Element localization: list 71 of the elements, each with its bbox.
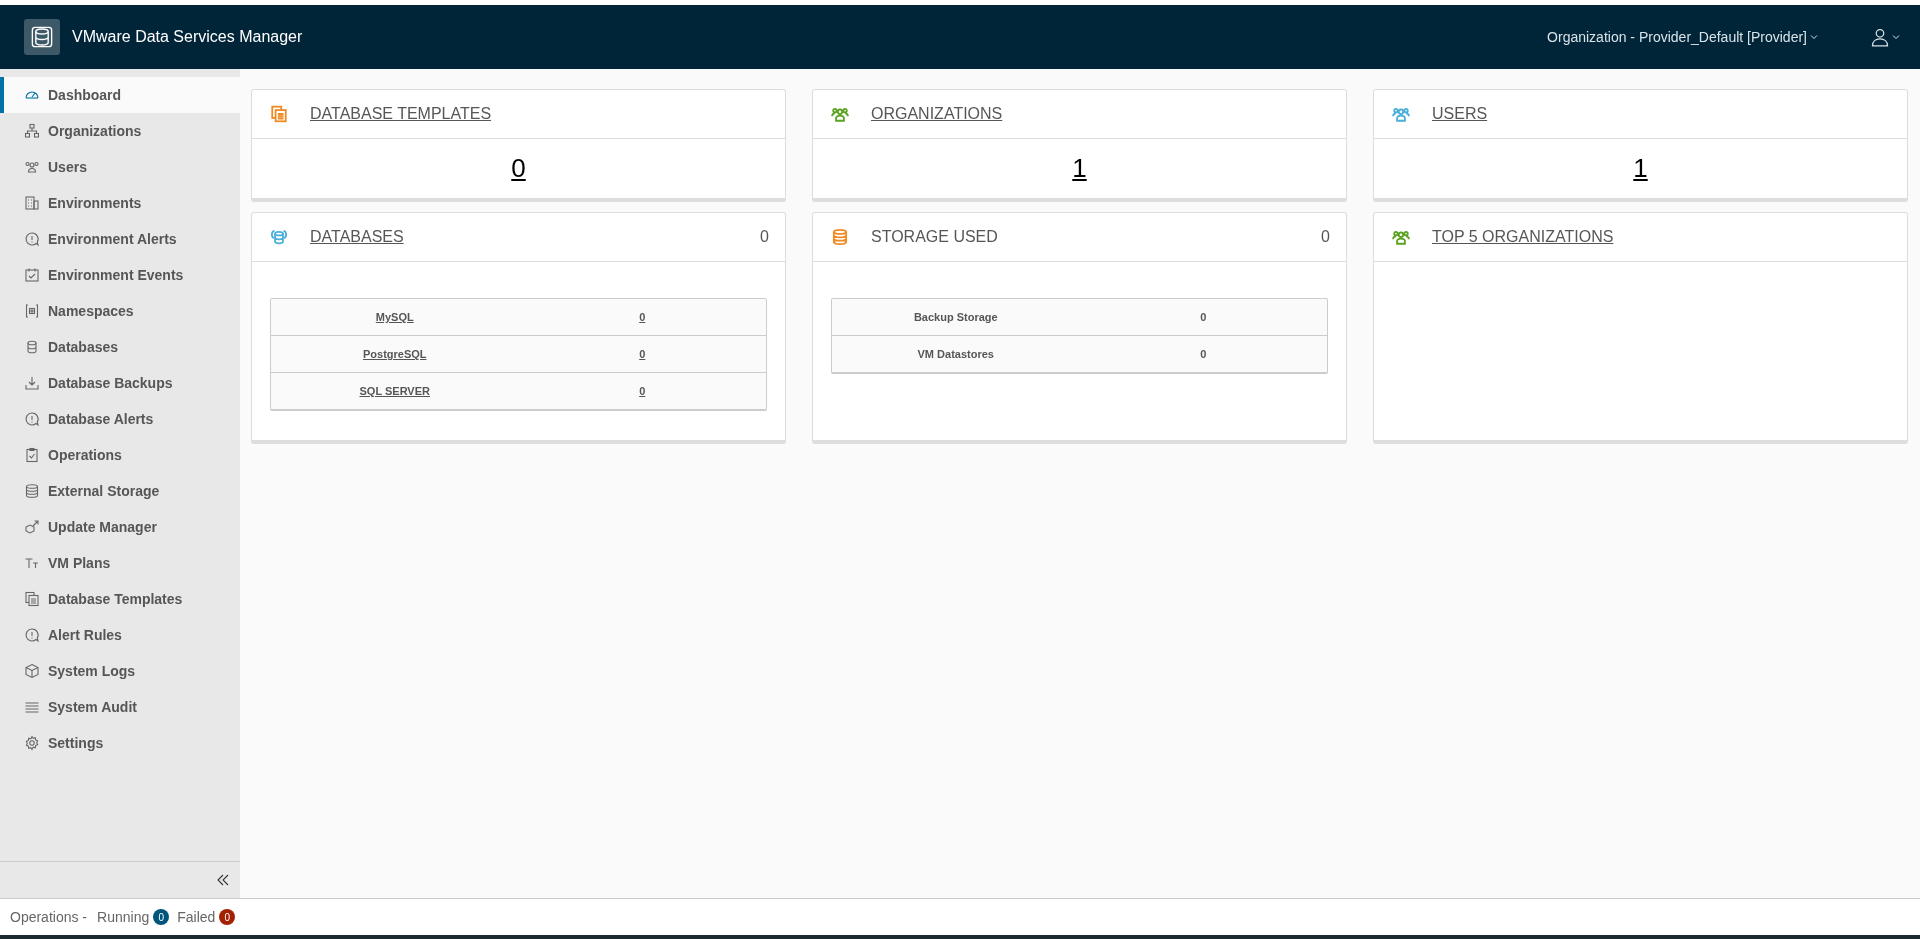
sidebar-item[interactable]: Environment Alerts [0, 221, 240, 257]
count-link[interactable]: 1 [1633, 153, 1648, 184]
documents-icon [24, 591, 40, 607]
sidebar-item[interactable]: Operations [0, 437, 240, 473]
sidebar-item[interactable]: Databases [0, 329, 240, 365]
namespace-icon [24, 303, 40, 319]
app-logo-icon [24, 19, 60, 55]
cube-icon [24, 663, 40, 679]
count-link[interactable]: 0 [511, 153, 526, 184]
alert-bubble-icon [24, 411, 40, 427]
sidebar-item[interactable]: Settings [0, 725, 240, 761]
alert-bubble-icon [24, 627, 40, 643]
card-title: STORAGE USED [871, 228, 998, 246]
row-name: Backup Storage [913, 311, 998, 323]
clipboard-check-icon [24, 447, 40, 463]
sidebar-item[interactable]: Database Templates [0, 581, 240, 617]
row-value: 0 [1200, 311, 1207, 323]
sidebar-item[interactable]: Environments [0, 185, 240, 221]
collapse-button[interactable] [216, 873, 230, 887]
building-icon [24, 195, 40, 211]
sidebar-item[interactable]: Environment Events [0, 257, 240, 293]
sidebar-item[interactable]: Database Backups [0, 365, 240, 401]
card-title-link[interactable]: ORGANIZATIONS [871, 105, 1003, 123]
card-title-link[interactable]: DATABASE TEMPLATES [310, 105, 492, 123]
sidebar-item[interactable]: System Audit [0, 689, 240, 725]
list-icon [24, 699, 40, 715]
sidebar-item[interactable]: Namespaces [0, 293, 240, 329]
sidebar-item[interactable]: Update Manager [0, 509, 240, 545]
card-title-link[interactable]: DATABASES [310, 228, 404, 246]
users-icon [24, 159, 40, 175]
sidebar-item[interactable]: VM Plans [0, 545, 240, 581]
hierarchy-icon [24, 123, 40, 139]
card-count: 0 [1321, 228, 1330, 246]
chevron-down-icon [1810, 33, 1818, 41]
settings-icon [24, 735, 40, 751]
status-label: Operations - [10, 909, 88, 925]
chevron-down-icon [1892, 33, 1900, 41]
tray-download-icon [24, 375, 40, 391]
database-icon [24, 339, 40, 355]
row-value-link[interactable]: 0 [639, 348, 646, 360]
sidebar-item[interactable]: External Storage [0, 473, 240, 509]
organization-dropdown[interactable]: Organization - Provider_Default [Provider] [1547, 29, 1818, 45]
count-badge: 0 [153, 909, 170, 925]
counter-label: Running [97, 909, 150, 925]
row-name: VM Datastores [917, 348, 994, 360]
storage-icon [24, 483, 40, 499]
user-icon [1870, 27, 1890, 47]
text-size-icon [24, 555, 40, 571]
sidebar-item[interactable]: Organizations [0, 113, 240, 149]
count-badge: 0 [219, 909, 236, 925]
card-title-link[interactable]: USERS [1432, 105, 1488, 123]
row-value-link[interactable]: 0 [639, 385, 646, 397]
sidebar-item[interactable]: Users [0, 149, 240, 185]
sidebar-item[interactable]: Database Alerts [0, 401, 240, 437]
count-link[interactable]: 1 [1072, 153, 1087, 184]
calendar-check-icon [24, 267, 40, 283]
app-title: VMware Data Services Manager [72, 28, 303, 46]
row-value-link[interactable]: 0 [639, 311, 646, 323]
alert-bubble-icon [24, 231, 40, 247]
sidebar-item[interactable]: System Logs [0, 653, 240, 689]
row-name-link[interactable]: PostgreSQL [362, 348, 427, 360]
box-arrow-icon [24, 519, 40, 535]
row-name-link[interactable]: SQL SERVER [359, 385, 430, 397]
user-menu-button[interactable] [1870, 27, 1900, 47]
card-title-link[interactable]: TOP 5 ORGANIZATIONS [1432, 228, 1614, 246]
row-value: 0 [1200, 348, 1207, 360]
sidebar-item[interactable]: Dashboard [0, 77, 240, 113]
sidebar-item[interactable]: Alert Rules [0, 617, 240, 653]
card-count: 0 [760, 228, 769, 246]
row-name-link[interactable]: MySQL [375, 311, 414, 323]
counter-label: Failed [177, 909, 216, 925]
